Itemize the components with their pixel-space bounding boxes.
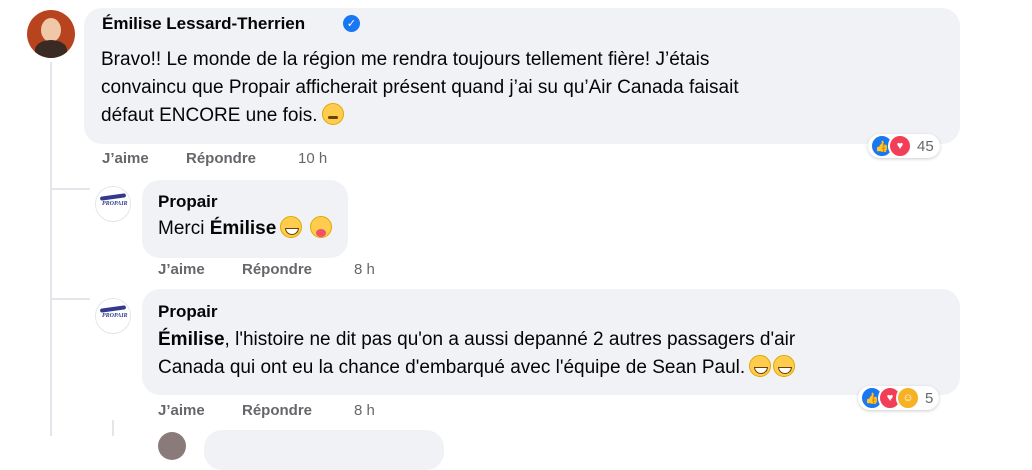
comment-text: Merci — [158, 218, 210, 239]
comment-author[interactable]: Propair — [158, 192, 218, 212]
like-button[interactable]: J’aime — [158, 402, 205, 419]
logo-text: PROPAIR — [102, 313, 128, 319]
comment-author[interactable]: Émilise Lessard-Therrien — [102, 14, 305, 34]
reply-button[interactable]: Répondre — [242, 402, 312, 419]
comment-text-line: Bravo!! Le monde de la région me rendra … — [101, 49, 710, 70]
thread-line — [50, 62, 52, 436]
care-icon: ☺ — [896, 386, 920, 410]
propair-logo-icon — [99, 193, 127, 201]
avatar[interactable]: PROPAIR — [95, 298, 131, 334]
thread-branch — [50, 188, 90, 190]
reply-button[interactable]: Répondre — [242, 261, 312, 278]
grinning-emoji-icon — [749, 355, 772, 377]
propair-logo-icon — [99, 305, 127, 313]
timestamp[interactable]: 8 h — [354, 261, 375, 278]
reaction-count: 45 — [917, 137, 934, 155]
thread-branch — [50, 298, 90, 300]
verified-icon: ✓ — [343, 15, 360, 32]
comment-text-line: défaut ENCORE une fois. — [101, 102, 344, 130]
comment-text: , l'histoire ne dit pas qu'on a aussi de… — [224, 329, 796, 350]
reaction-summary[interactable]: 👍 ♥ 45 — [868, 134, 940, 158]
comment-text-line: convaincu que Propair afficherait présen… — [101, 77, 739, 98]
comment-text-line: Canada qui ont eu la chance d'embarqué a… — [158, 354, 796, 382]
logo-text: PROPAIR — [102, 201, 128, 207]
mention-link[interactable]: Émilise — [210, 218, 277, 239]
comment-text-line: Merci Émilise — [158, 215, 333, 243]
timestamp[interactable]: 10 h — [298, 150, 327, 167]
timestamp[interactable]: 8 h — [354, 402, 375, 419]
steam-face-emoji-icon — [321, 103, 344, 125]
avatar[interactable] — [158, 432, 186, 460]
avatar[interactable] — [27, 10, 75, 58]
thread-line-nested — [112, 420, 114, 436]
comment-text: Canada qui ont eu la chance d'embarqué a… — [158, 357, 746, 378]
like-button[interactable]: J’aime — [158, 261, 205, 278]
grinning-emoji-icon — [773, 355, 796, 377]
like-button[interactable]: J’aime — [102, 150, 149, 167]
reaction-summary[interactable]: 👍 ♥ ☺ 5 — [858, 386, 940, 410]
reaction-count: 5 — [925, 389, 934, 407]
comment-author[interactable]: Propair — [158, 302, 218, 322]
comment-text-line: Émilise, l'histoire ne dit pas qu'on a a… — [158, 326, 795, 354]
mention-link[interactable]: Émilise — [158, 329, 225, 350]
reply-button[interactable]: Répondre — [186, 150, 256, 167]
care-emoji-icon — [310, 216, 333, 238]
grinning-emoji-icon — [280, 216, 303, 238]
comment-bubble — [204, 430, 444, 470]
love-icon: ♥ — [888, 134, 912, 158]
avatar[interactable]: PROPAIR — [95, 186, 131, 222]
comment-text-line-content: défaut ENCORE une fois. — [101, 105, 318, 126]
